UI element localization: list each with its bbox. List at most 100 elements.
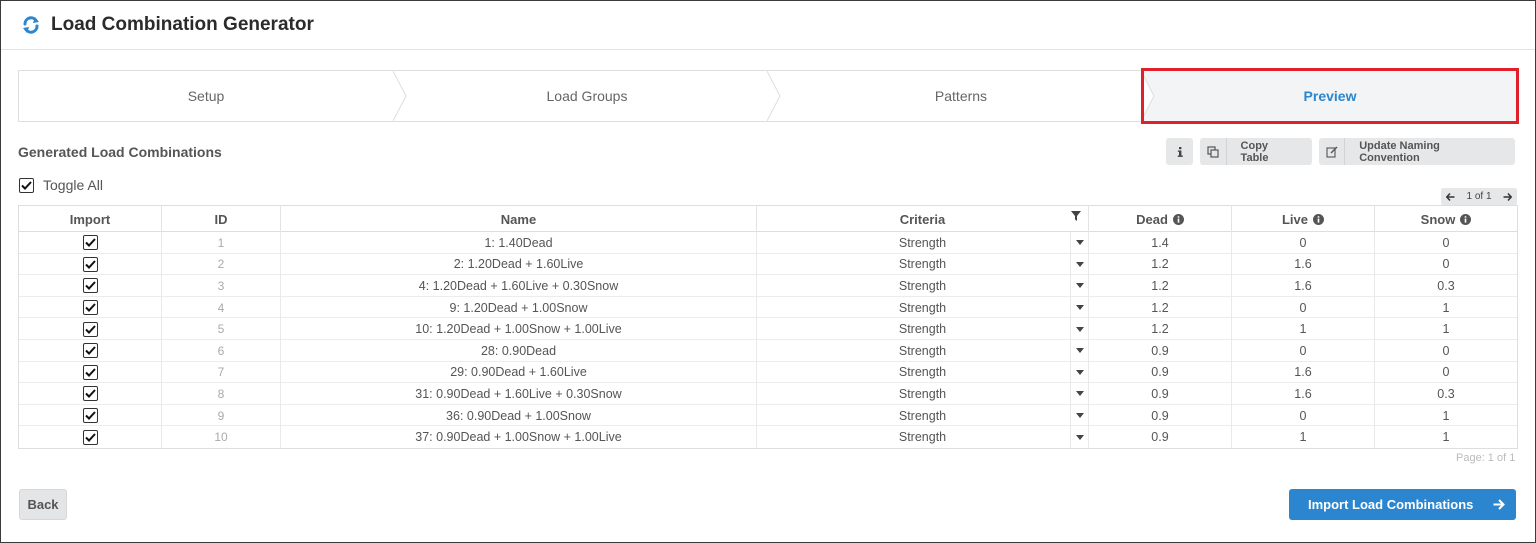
import-checkbox[interactable] [82, 256, 98, 272]
caret-down-icon[interactable] [1070, 296, 1088, 319]
snow-cell[interactable]: 1 [1375, 426, 1517, 448]
caret-down-icon[interactable] [1070, 383, 1088, 405]
step-load-groups[interactable]: Load Groups [407, 71, 767, 121]
name-cell[interactable]: 28: 0.90Dead [281, 339, 757, 362]
dead-cell[interactable]: 0.9 [1089, 404, 1232, 427]
criteria-select[interactable]: Strength [757, 339, 1089, 362]
copy-table-button[interactable]: Copy Table [1200, 138, 1312, 165]
header-criteria[interactable]: Criteria [757, 206, 1089, 232]
criteria-select[interactable]: Strength [757, 318, 1089, 340]
load-combinations-table: Import ID Name Criteria Dead Live Snow 1… [18, 205, 1518, 449]
import-checkbox[interactable] [82, 386, 98, 402]
dead-cell[interactable]: 1.2 [1089, 296, 1232, 319]
dead-cell[interactable]: 1.2 [1089, 253, 1232, 276]
step-setup[interactable]: Setup [19, 71, 393, 121]
live-cell[interactable]: 1.6 [1232, 253, 1375, 276]
caret-down-icon[interactable] [1070, 339, 1088, 362]
step-preview[interactable]: Preview [1143, 71, 1517, 121]
import-checkbox[interactable] [82, 235, 98, 251]
import-checkbox[interactable] [82, 408, 98, 424]
toggle-all-checkbox[interactable] [19, 177, 34, 193]
import-checkbox[interactable] [82, 343, 98, 359]
snow-cell[interactable]: 0.3 [1375, 275, 1517, 297]
dead-cell[interactable]: 1.2 [1089, 275, 1232, 297]
arrow-left-icon[interactable] [1446, 192, 1455, 201]
name-cell[interactable]: 31: 0.90Dead + 1.60Live + 0.30Snow [281, 383, 757, 405]
name-cell[interactable]: 2: 1.20Dead + 1.60Live [281, 253, 757, 276]
snow-cell[interactable]: 0 [1375, 232, 1517, 254]
caret-down-icon[interactable] [1070, 361, 1088, 384]
criteria-select[interactable]: Strength [757, 383, 1089, 405]
criteria-select[interactable]: Strength [757, 232, 1089, 254]
dead-cell[interactable]: 1.2 [1089, 318, 1232, 340]
name-cell[interactable]: 4: 1.20Dead + 1.60Live + 0.30Snow [281, 275, 757, 297]
caret-down-icon[interactable] [1070, 426, 1088, 448]
criteria-select[interactable]: Strength [757, 296, 1089, 319]
live-cell[interactable]: 0 [1232, 339, 1375, 362]
header-live[interactable]: Live [1232, 206, 1375, 232]
dead-cell[interactable]: 0.9 [1089, 339, 1232, 362]
header-snow[interactable]: Snow [1375, 206, 1517, 232]
toggle-all-control[interactable]: Toggle All [19, 177, 103, 193]
import-load-combinations-button[interactable]: Import Load Combinations [1289, 489, 1516, 520]
live-cell[interactable]: 1.6 [1232, 383, 1375, 405]
snow-cell[interactable]: 1 [1375, 405, 1517, 427]
header-dead[interactable]: Dead [1089, 206, 1232, 232]
dead-cell[interactable]: 0.9 [1089, 361, 1232, 384]
snow-cell[interactable]: 0.3 [1375, 383, 1517, 405]
name-cell[interactable]: 29: 0.90Dead + 1.60Live [281, 361, 757, 384]
name-cell[interactable]: 37: 0.90Dead + 1.00Snow + 1.00Live [281, 426, 757, 448]
name-cell[interactable]: 10: 1.20Dead + 1.00Snow + 1.00Live [281, 318, 757, 340]
table-row: 9 36: 0.90Dead + 1.00Snow Strength 0.9 0… [19, 404, 1517, 427]
import-cell [19, 275, 162, 297]
live-cell[interactable]: 1.6 [1232, 275, 1375, 297]
caret-down-icon[interactable] [1070, 318, 1088, 340]
caret-down-icon[interactable] [1070, 404, 1088, 427]
snow-cell[interactable]: 1 [1375, 318, 1517, 340]
info-circle-icon[interactable] [1313, 213, 1324, 225]
filter-icon[interactable] [1071, 211, 1081, 221]
caret-down-icon[interactable] [1070, 253, 1088, 276]
import-checkbox[interactable] [82, 278, 98, 294]
live-cell[interactable]: 1 [1232, 318, 1375, 340]
live-cell[interactable]: 1.6 [1232, 361, 1375, 384]
snow-cell[interactable]: 0 [1375, 254, 1517, 276]
update-naming-convention-button[interactable]: Update Naming Convention [1319, 138, 1515, 165]
dead-cell[interactable]: 1.4 [1089, 232, 1232, 254]
header-id[interactable]: ID [162, 206, 281, 232]
criteria-select[interactable]: Strength [757, 275, 1089, 297]
snow-cell[interactable]: 1 [1375, 297, 1517, 319]
header-import[interactable]: Import [19, 206, 162, 232]
criteria-select[interactable]: Strength [757, 404, 1089, 427]
import-checkbox[interactable] [82, 300, 98, 316]
import-checkbox[interactable] [82, 429, 98, 445]
header-name[interactable]: Name [281, 206, 757, 232]
criteria-select[interactable]: Strength [757, 426, 1089, 448]
name-cell[interactable]: 36: 0.90Dead + 1.00Snow [281, 404, 757, 427]
id-cell: 2 [162, 253, 281, 276]
live-cell[interactable]: 0 [1232, 232, 1375, 254]
name-cell[interactable]: 9: 1.20Dead + 1.00Snow [281, 296, 757, 319]
caret-down-icon[interactable] [1070, 275, 1088, 297]
caret-down-icon[interactable] [1070, 232, 1088, 254]
step-patterns[interactable]: Patterns [781, 71, 1141, 121]
dead-cell[interactable]: 0.9 [1089, 426, 1232, 448]
arrow-right-icon [1482, 499, 1516, 510]
snow-cell[interactable]: 0 [1375, 340, 1517, 362]
dead-cell[interactable]: 0.9 [1089, 383, 1232, 405]
back-button[interactable]: Back [19, 489, 67, 520]
arrow-right-icon[interactable] [1503, 192, 1512, 201]
info-button[interactable] [1166, 138, 1193, 165]
import-checkbox[interactable] [82, 364, 98, 380]
snow-cell[interactable]: 0 [1375, 362, 1517, 384]
id-cell: 9 [162, 404, 281, 427]
criteria-select[interactable]: Strength [757, 361, 1089, 384]
import-checkbox[interactable] [82, 321, 98, 337]
live-cell[interactable]: 1 [1232, 426, 1375, 448]
name-cell[interactable]: 1: 1.40Dead [281, 232, 757, 254]
live-cell[interactable]: 0 [1232, 296, 1375, 319]
info-circle-icon[interactable] [1172, 213, 1184, 225]
info-circle-icon[interactable] [1460, 213, 1472, 225]
criteria-select[interactable]: Strength [757, 253, 1089, 276]
live-cell[interactable]: 0 [1232, 404, 1375, 427]
